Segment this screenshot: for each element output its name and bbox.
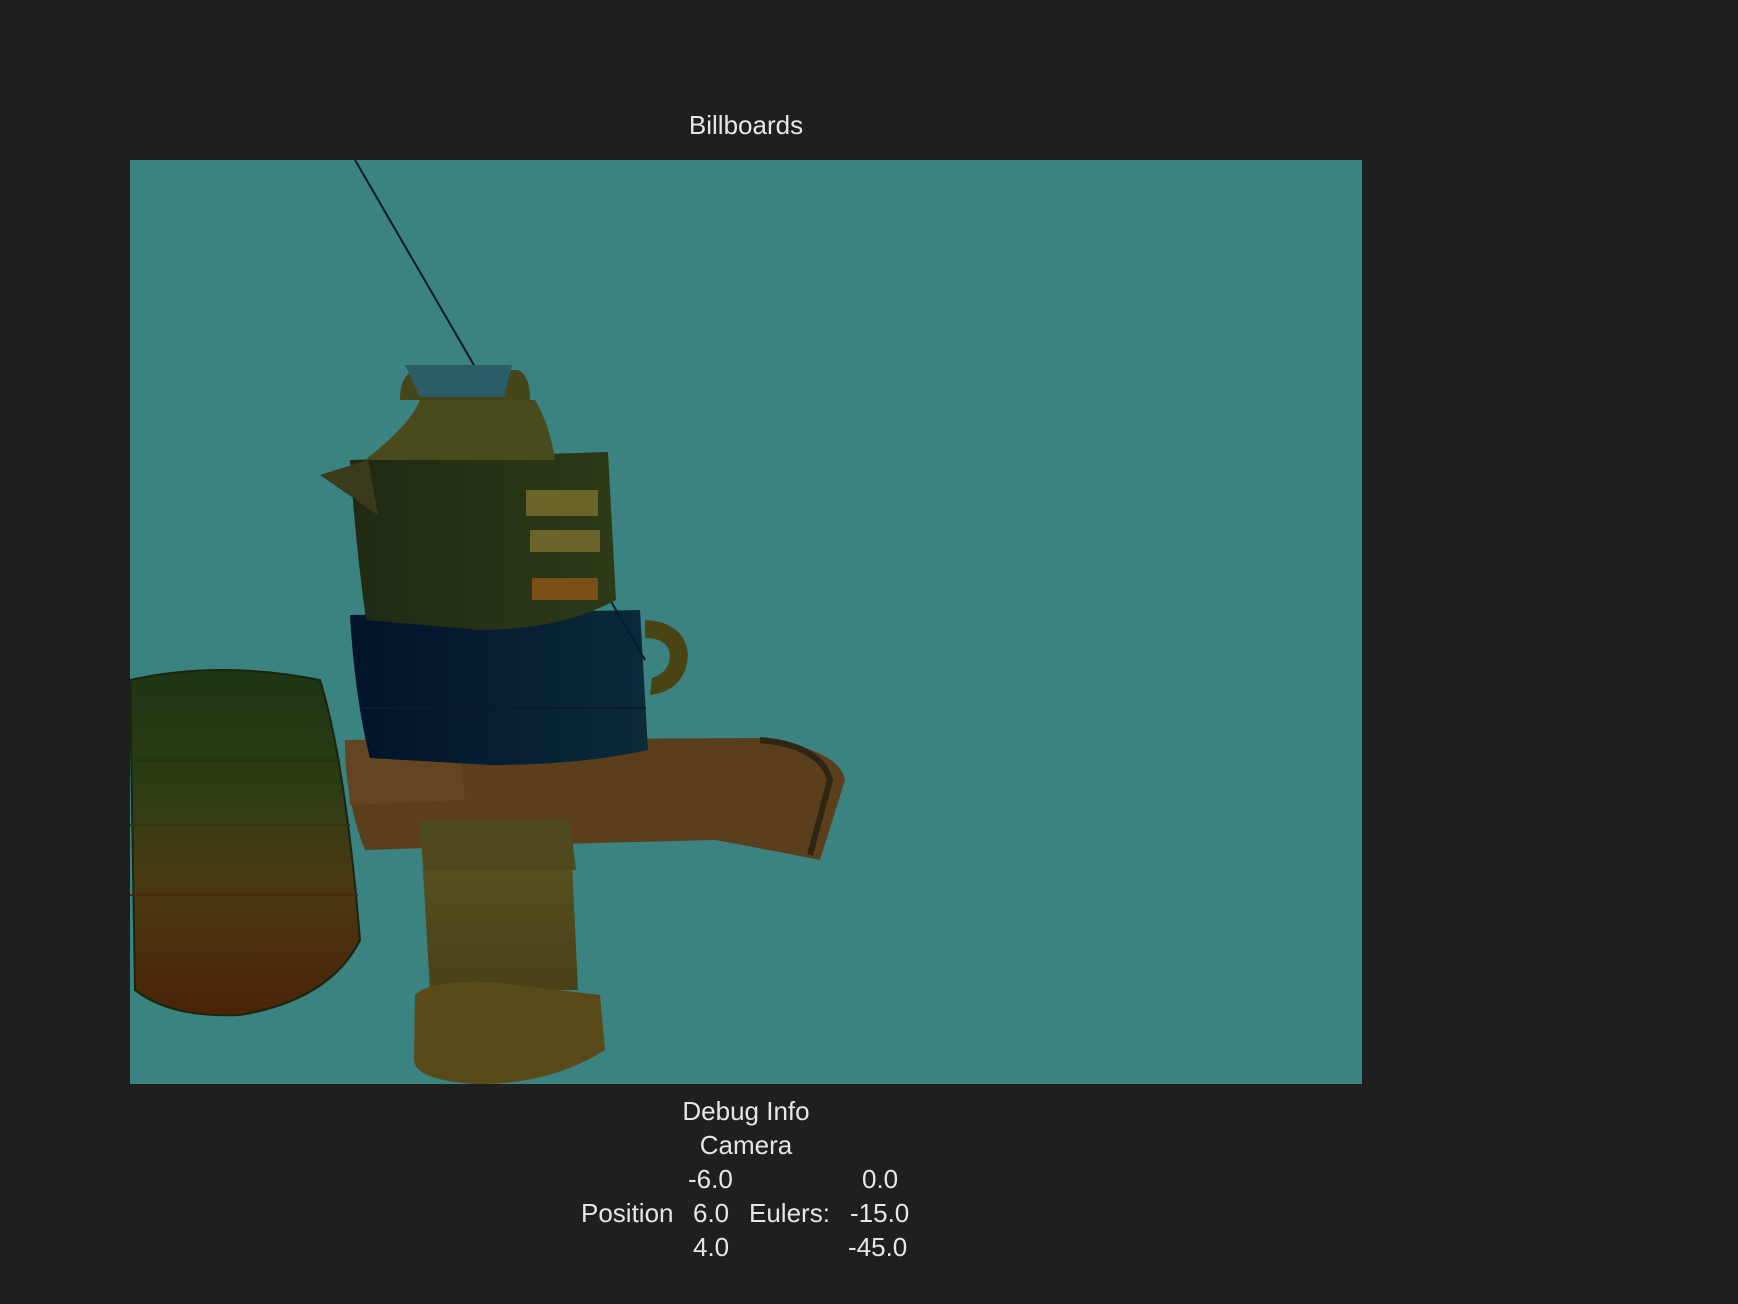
debug-header: Debug Info Camera [0,1094,1492,1162]
window-title: Billboards [688,110,804,140]
scene-render [130,160,845,1084]
eulers-x-value: 0.0 [862,1164,899,1194]
position-x-value: -6.0 [688,1164,733,1194]
position-label: Position [581,1198,674,1228]
position-z-value: 4.0 [693,1232,730,1262]
debug-heading: Debug Info [682,1096,810,1126]
camera-section-label: Camera [699,1130,793,1160]
camera-transform-table: Position -6.0 6.0 4.0 Eulers: 0.0 -15.0 … [0,1162,1738,1272]
position-y-value: 6.0 [693,1198,730,1228]
eulers-y-value: -15.0 [850,1198,910,1228]
render-viewport[interactable] [130,160,1362,1084]
eulers-z-value: -45.0 [848,1232,908,1262]
eulers-label: Eulers: [749,1198,830,1228]
